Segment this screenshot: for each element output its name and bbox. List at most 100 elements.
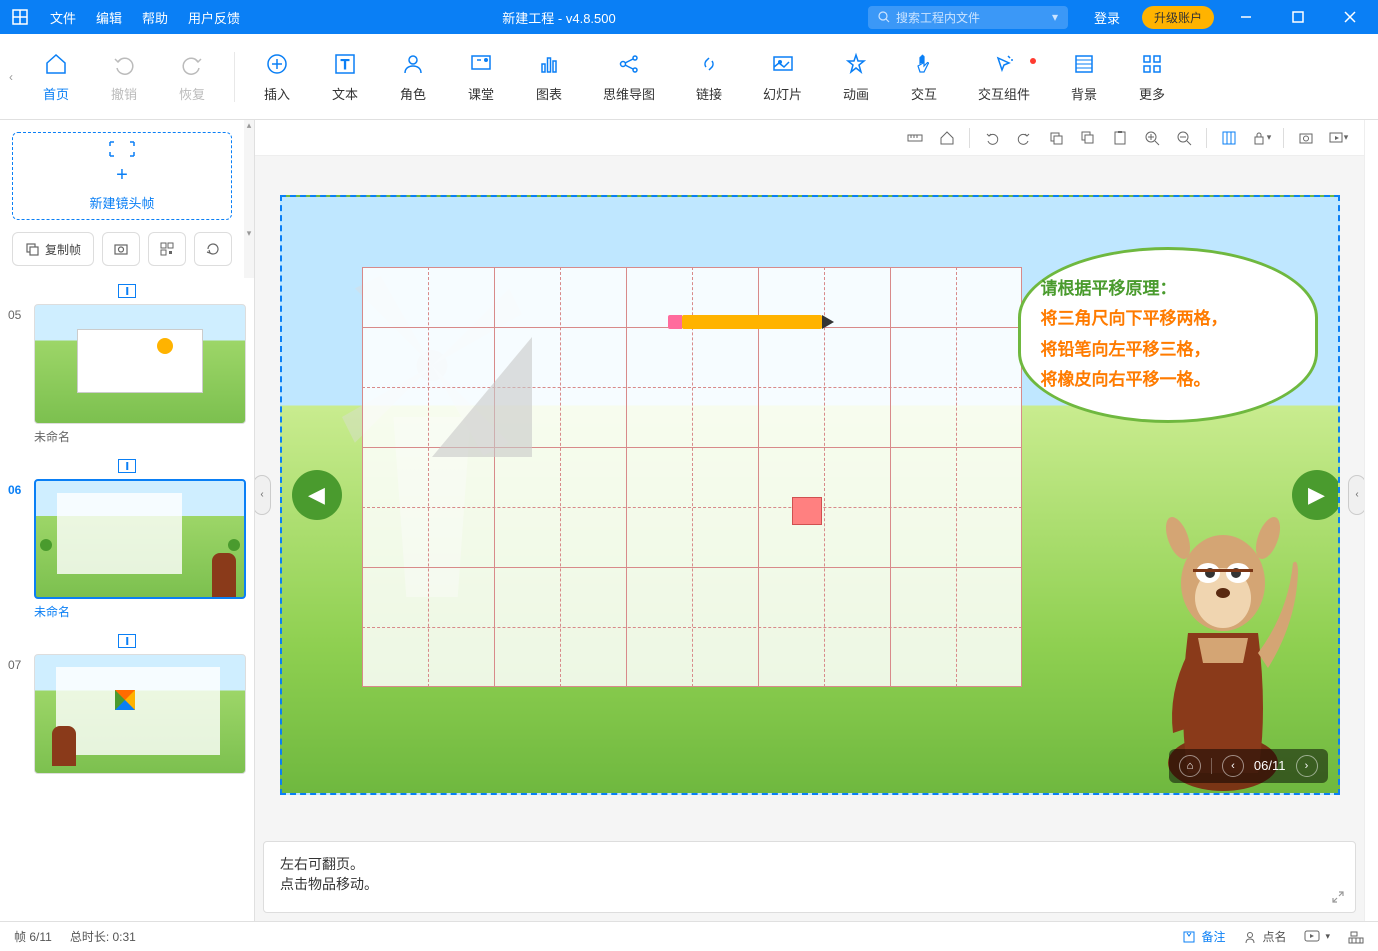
ribbon-link[interactable]: 链接 bbox=[675, 50, 743, 103]
eraser-object[interactable] bbox=[792, 497, 822, 525]
home-tool[interactable] bbox=[933, 124, 961, 152]
play-button[interactable]: ▾ bbox=[1304, 930, 1330, 944]
slide-icon bbox=[769, 50, 797, 78]
svg-text:T: T bbox=[341, 56, 350, 72]
star-icon bbox=[842, 50, 870, 78]
remark-button[interactable]: 备注 bbox=[1182, 928, 1225, 945]
snapshot-tool[interactable] bbox=[1292, 124, 1320, 152]
collapse-left-handle[interactable]: ‹ bbox=[255, 475, 271, 515]
copy-frame-button[interactable]: 复制帧 bbox=[12, 232, 94, 266]
canvas-viewport[interactable]: ‹ 请根据平移原理： 将三角尺向下平移两格， 将铅笔向左平移三格， bbox=[255, 156, 1364, 833]
menu-help[interactable]: 帮助 bbox=[132, 8, 178, 27]
counter-home-icon[interactable]: ⌂ bbox=[1179, 755, 1201, 777]
ribbon-animation[interactable]: 动画 bbox=[822, 50, 890, 103]
close-button[interactable] bbox=[1330, 0, 1370, 34]
left-scroll-indicator[interactable]: ▴ ▾ bbox=[244, 120, 254, 278]
undo-icon bbox=[110, 50, 138, 78]
thumbnail-list[interactable]: 05 未命名 06 未命名 07 bbox=[0, 278, 254, 921]
copy-icon bbox=[25, 242, 39, 256]
undo-tool[interactable] bbox=[978, 124, 1006, 152]
ruler-tool[interactable] bbox=[901, 124, 929, 152]
thumb-number: 06 bbox=[8, 479, 28, 599]
cursor-sparkle-icon bbox=[990, 50, 1018, 78]
grid-icon bbox=[1138, 50, 1166, 78]
chart-icon bbox=[535, 50, 563, 78]
ribbon-chart[interactable]: 图表 bbox=[515, 50, 583, 103]
camera-icon bbox=[113, 241, 129, 257]
duration-indicator: 总时长: 0:31 bbox=[70, 928, 136, 945]
upgrade-button[interactable]: 升级账户 bbox=[1142, 6, 1214, 29]
window-title: 新建工程 - v4.8.500 bbox=[250, 8, 868, 27]
note-icon bbox=[1182, 930, 1196, 944]
redo-tool[interactable] bbox=[1010, 124, 1038, 152]
ribbon-home[interactable]: 首页 bbox=[22, 50, 90, 103]
rollcall-button[interactable]: 点名 bbox=[1243, 928, 1286, 945]
canvas-toolbar: ▾ ▾ bbox=[255, 120, 1364, 156]
grid-toggle[interactable] bbox=[1215, 124, 1243, 152]
hand-icon bbox=[910, 50, 938, 78]
lock-tool[interactable]: ▾ bbox=[1247, 124, 1275, 152]
login-button[interactable]: 登录 bbox=[1084, 8, 1130, 27]
next-slide-button[interactable]: ▶ bbox=[1292, 470, 1340, 520]
ribbon-interact[interactable]: 交互 bbox=[890, 50, 958, 103]
frame-separator[interactable] bbox=[8, 628, 246, 654]
ribbon-nav-back[interactable]: ‹ bbox=[0, 34, 22, 120]
counter-prev-button[interactable]: ‹ bbox=[1222, 755, 1244, 777]
thumbnail-06[interactable] bbox=[34, 479, 246, 599]
ribbon-mindmap[interactable]: 思维导图 bbox=[583, 50, 675, 103]
menu-file[interactable]: 文件 bbox=[40, 8, 86, 27]
ribbon-background[interactable]: 背景 bbox=[1050, 50, 1118, 103]
counter-text: 06/11 bbox=[1254, 758, 1286, 773]
ribbon-class[interactable]: 课堂 bbox=[447, 50, 515, 103]
preview-tool[interactable]: ▾ bbox=[1324, 124, 1352, 152]
frame-separator[interactable] bbox=[8, 453, 246, 479]
frame-separator[interactable] bbox=[8, 278, 246, 304]
maximize-button[interactable] bbox=[1278, 0, 1318, 34]
collapse-right-handle[interactable]: ‹ bbox=[1348, 475, 1364, 515]
ribbon-slide[interactable]: 幻灯片 bbox=[743, 50, 822, 103]
cut-tool[interactable] bbox=[1042, 124, 1070, 152]
canvas-area: ▾ ▾ ‹ 请根据平移原理： bbox=[255, 120, 1364, 921]
prev-slide-button[interactable]: ◀ bbox=[292, 470, 342, 520]
app-logo-icon bbox=[8, 5, 32, 29]
thumbnail-07[interactable] bbox=[34, 654, 246, 774]
left-panel: + 新建镜头帧 复制帧 ▴ ▾ bbox=[0, 120, 255, 921]
qr-icon bbox=[159, 241, 175, 257]
triangle-ruler-object[interactable] bbox=[432, 337, 532, 457]
qr-button[interactable] bbox=[148, 232, 186, 266]
refresh-button[interactable] bbox=[194, 232, 232, 266]
right-panel-collapsed[interactable] bbox=[1364, 120, 1378, 921]
chevron-down-icon: ▾ bbox=[1052, 10, 1058, 24]
ribbon-undo[interactable]: 撤销 bbox=[90, 50, 158, 103]
ribbon-more[interactable]: 更多 bbox=[1118, 50, 1186, 103]
person-icon bbox=[399, 50, 427, 78]
ribbon-widget[interactable]: 交互组件 bbox=[958, 50, 1050, 103]
camera-button[interactable] bbox=[102, 232, 140, 266]
expand-notes-icon[interactable] bbox=[1331, 890, 1345, 904]
search-icon bbox=[878, 11, 890, 23]
ribbon-insert[interactable]: 插入 bbox=[243, 50, 311, 103]
counter-next-button[interactable]: › bbox=[1296, 755, 1318, 777]
menu-edit[interactable]: 编辑 bbox=[86, 8, 132, 27]
ribbon-text[interactable]: T 文本 bbox=[311, 50, 379, 103]
notes-panel[interactable]: 左右可翻页。 点击物品移动。 bbox=[263, 841, 1356, 913]
zoom-in-tool[interactable] bbox=[1138, 124, 1166, 152]
thumbnail-05[interactable] bbox=[34, 304, 246, 424]
pencil-object[interactable] bbox=[682, 315, 822, 329]
zoom-out-tool[interactable] bbox=[1170, 124, 1198, 152]
redo-icon bbox=[178, 50, 206, 78]
new-frame-button[interactable]: + 新建镜头帧 bbox=[12, 132, 232, 220]
paste-tool[interactable] bbox=[1106, 124, 1134, 152]
person-icon bbox=[1243, 930, 1257, 944]
ribbon-role[interactable]: 角色 bbox=[379, 50, 447, 103]
crop-frame-icon bbox=[108, 140, 136, 158]
timeline-button[interactable] bbox=[1348, 930, 1364, 944]
minimize-button[interactable] bbox=[1226, 0, 1266, 34]
slide-canvas[interactable]: 请根据平移原理： 将三角尺向下平移两格， 将铅笔向左平移三格， 将橡皮向右平移一… bbox=[280, 195, 1340, 795]
board-icon bbox=[467, 50, 495, 78]
search-input[interactable]: 搜索工程内文件 ▾ bbox=[868, 6, 1068, 29]
copy-tool[interactable] bbox=[1074, 124, 1102, 152]
menu-feedback[interactable]: 用户反馈 bbox=[178, 8, 250, 27]
main-area: + 新建镜头帧 复制帧 ▴ ▾ bbox=[0, 120, 1378, 921]
ribbon-redo[interactable]: 恢复 bbox=[158, 50, 226, 103]
